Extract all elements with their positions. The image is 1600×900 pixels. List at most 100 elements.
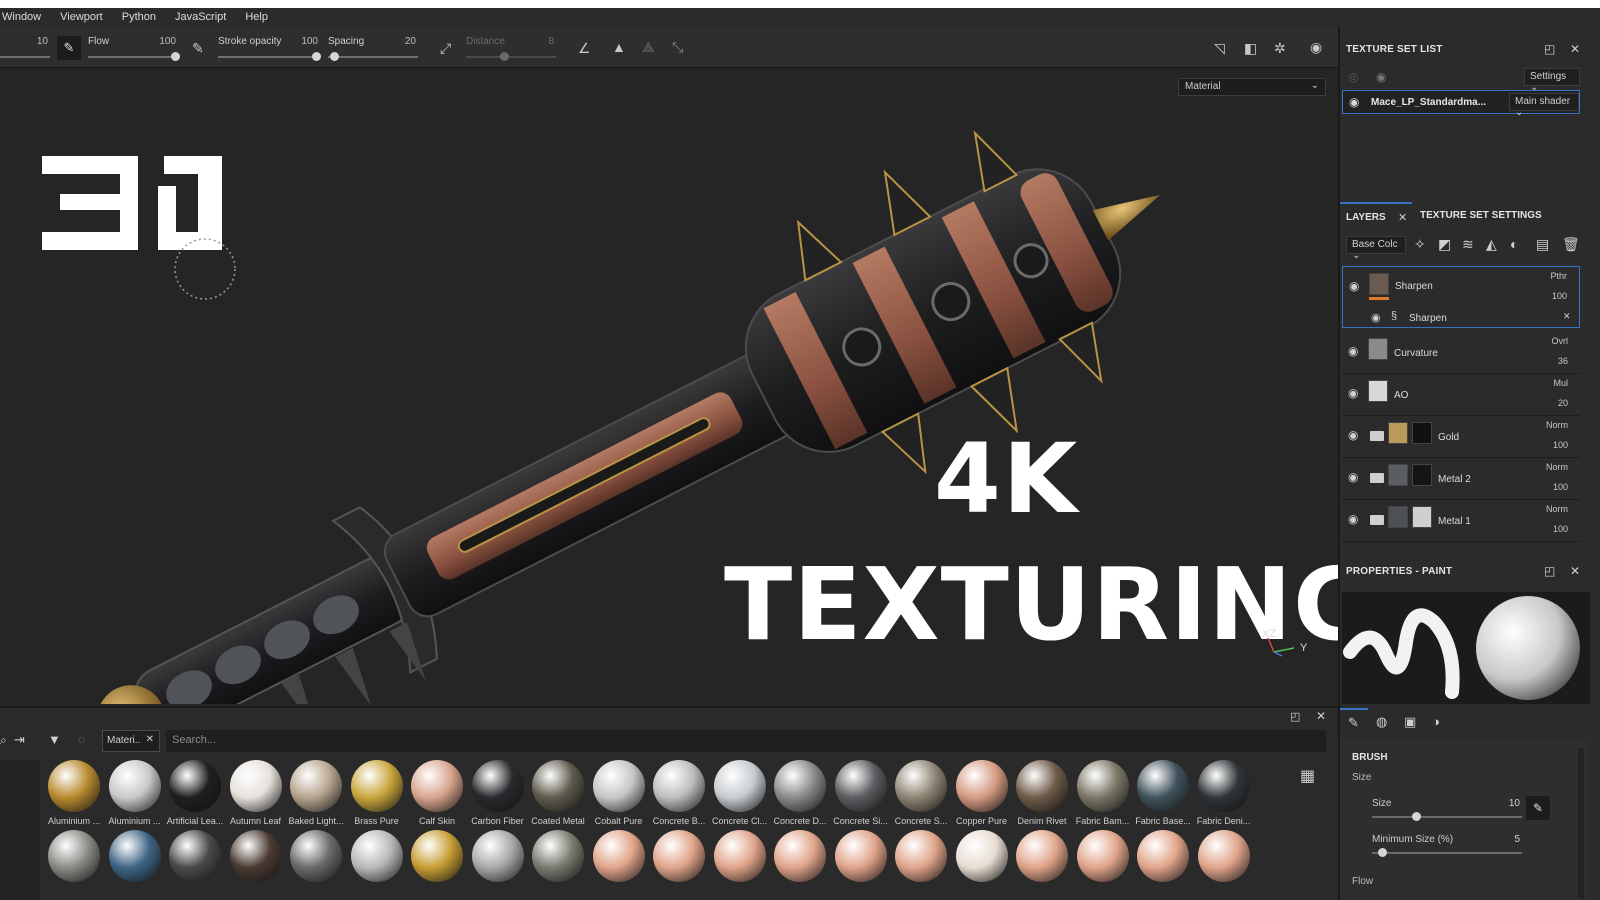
3d-viewport[interactable]: Material ⌄ 4K TEXTURING XZ Y xyxy=(0,68,1338,704)
material-item[interactable]: Autumn Leaf xyxy=(226,760,286,830)
close-icon[interactable]: ✕ xyxy=(1316,709,1326,723)
add-mask-icon[interactable]: ◩ xyxy=(1438,236,1451,253)
refresh-icon[interactable]: ◌ xyxy=(78,732,86,747)
menu-window[interactable]: Window xyxy=(0,11,50,23)
menu-help[interactable]: Help xyxy=(243,11,277,23)
material-item[interactable]: Aluminium ... xyxy=(44,760,104,830)
layer-row-curvature[interactable]: ◉ Curvature Ovrl 36 xyxy=(1342,332,1580,374)
layer-row-ao[interactable]: ◉ AO Mul 20 xyxy=(1342,374,1580,416)
layer-opacity[interactable]: 100 xyxy=(1553,482,1568,492)
material-item[interactable]: Concrete Si... xyxy=(831,760,891,830)
spacing-value[interactable]: 20 xyxy=(394,36,416,47)
material-item[interactable]: Concrete Cl... xyxy=(710,760,770,830)
material-item[interactable] xyxy=(165,830,225,900)
material-item[interactable] xyxy=(44,830,104,900)
distance-knob[interactable] xyxy=(500,52,509,61)
texture-set-row[interactable]: ◉ Mace_LP_Standardma... Main shader ⌄ xyxy=(1342,90,1580,118)
material-item[interactable]: Copper Pure xyxy=(952,760,1012,830)
material-item[interactable] xyxy=(1073,830,1133,900)
material-item[interactable] xyxy=(831,830,891,900)
layer-opacity[interactable]: 100 xyxy=(1552,291,1567,301)
transform-icon[interactable]: ⤡ xyxy=(672,39,683,55)
add-folder-icon[interactable]: ▤ xyxy=(1536,236,1549,253)
material-item[interactable]: Fabric Bam... xyxy=(1073,760,1133,830)
layer-blend-mode[interactable]: Norm xyxy=(1546,420,1568,430)
eye-icon[interactable]: ◉ xyxy=(1349,95,1359,109)
material-item[interactable] xyxy=(286,830,346,900)
material-item[interactable]: Cobalt Pure xyxy=(589,760,649,830)
close-icon[interactable]: ✕ xyxy=(1570,564,1580,578)
tab-layers[interactable]: LAYERS ✕ xyxy=(1340,202,1412,228)
tab-close-icon[interactable]: ✕ xyxy=(146,734,154,745)
material-item[interactable] xyxy=(891,830,951,900)
import-icon[interactable]: ⇥ xyxy=(14,732,25,748)
eye-icon[interactable]: ◉ xyxy=(1349,279,1359,293)
material-item[interactable] xyxy=(1012,830,1072,900)
material-item[interactable]: Concrete D... xyxy=(770,760,830,830)
layer-blend-mode[interactable]: Norm xyxy=(1546,462,1568,472)
material-item[interactable] xyxy=(528,830,588,900)
material-item[interactable] xyxy=(770,830,830,900)
eye-icon[interactable]: ◉ xyxy=(1371,311,1381,324)
search-icon[interactable]: ⌕ xyxy=(0,733,7,748)
layer-row-metal-2[interactable]: ◉ Metal 2 Norm 100 xyxy=(1342,458,1580,500)
size-slider[interactable] xyxy=(1372,816,1522,818)
material-item[interactable] xyxy=(589,830,649,900)
menu-viewport[interactable]: Viewport xyxy=(58,11,112,23)
material-item[interactable]: Carbon Fiber xyxy=(468,760,528,830)
screenshot-camera-icon[interactable]: ◉ xyxy=(1310,39,1322,55)
symmetry-icon[interactable]: ▲ xyxy=(612,39,626,55)
viewport-display-select[interactable]: Material ⌄ xyxy=(1178,78,1326,96)
maximize-icon[interactable]: ◰ xyxy=(1290,710,1300,723)
material-item[interactable] xyxy=(1194,830,1254,900)
material-item[interactable]: Concrete B... xyxy=(649,760,709,830)
stencil-icon[interactable]: ▣ xyxy=(1404,714,1416,730)
close-icon[interactable]: ✕ xyxy=(1398,211,1407,224)
tab-brush[interactable]: ✎ xyxy=(1340,708,1368,734)
size-slider-knob[interactable] xyxy=(1412,812,1421,821)
stroke-opacity-slider[interactable] xyxy=(218,56,318,58)
stroke-opacity-knob[interactable] xyxy=(312,52,321,61)
layer-row-gold[interactable]: ◉ Gold Norm 100 xyxy=(1342,416,1580,458)
size-pen-pressure-icon[interactable]: ✎ xyxy=(57,36,81,60)
layer-opacity[interactable]: 36 xyxy=(1558,356,1568,366)
cube-view-icon[interactable]: ◧ xyxy=(1244,40,1257,56)
flow-slider[interactable] xyxy=(88,56,178,58)
min-size-value[interactable]: 5 xyxy=(1500,834,1520,845)
add-effect-icon[interactable]: ≋ xyxy=(1462,236,1474,253)
distance-value[interactable]: 8 xyxy=(536,36,554,47)
magic-wand-icon[interactable]: ✧ xyxy=(1414,236,1426,253)
close-icon[interactable]: ✕ xyxy=(1570,42,1580,56)
stroke-opacity-value[interactable]: 100 xyxy=(292,36,318,47)
material-item[interactable]: Calf Skin xyxy=(407,760,467,830)
eye-icon[interactable]: ◉ xyxy=(1348,428,1358,442)
material-item[interactable]: Brass Pure xyxy=(347,760,407,830)
eye-icon[interactable]: ◉ xyxy=(1348,470,1358,484)
menu-javascript[interactable]: JavaScript xyxy=(173,11,235,23)
maximize-icon[interactable]: ◰ xyxy=(1544,564,1555,578)
spacing-knob[interactable] xyxy=(330,52,339,61)
settings-button[interactable]: Settings ⌄ xyxy=(1524,68,1580,93)
render-mode-icon[interactable]: ✲ xyxy=(1274,40,1286,56)
size-pressure-icon[interactable]: ✎ xyxy=(1526,796,1550,820)
material-item[interactable] xyxy=(347,830,407,900)
material-item[interactable]: Artificial Lea... xyxy=(165,760,225,830)
size-value[interactable]: 10 xyxy=(1500,798,1520,809)
material-item[interactable] xyxy=(1133,830,1193,900)
material-icon[interactable]: ◑ xyxy=(1432,714,1440,729)
material-item[interactable] xyxy=(407,830,467,900)
material-item[interactable]: Concrete S... xyxy=(891,760,951,830)
eye-hidden-icon[interactable]: ◎ xyxy=(1348,70,1358,84)
material-item[interactable]: Fabric Base... xyxy=(1133,760,1193,830)
close-icon[interactable]: ✕ xyxy=(1563,311,1571,322)
shelf-category-list[interactable] xyxy=(0,760,40,900)
material-item[interactable] xyxy=(952,830,1012,900)
eye-icon[interactable]: ◉ xyxy=(1348,344,1358,358)
material-item[interactable] xyxy=(649,830,709,900)
eye-icon[interactable]: ◉ xyxy=(1348,512,1358,526)
eye-icon[interactable]: ◉ xyxy=(1348,386,1358,400)
distance-slider[interactable] xyxy=(466,56,556,58)
properties-scrollbar[interactable] xyxy=(1578,748,1584,898)
layer-opacity[interactable]: 100 xyxy=(1553,524,1568,534)
add-paint-layer-icon[interactable]: ◐ xyxy=(1510,236,1518,252)
